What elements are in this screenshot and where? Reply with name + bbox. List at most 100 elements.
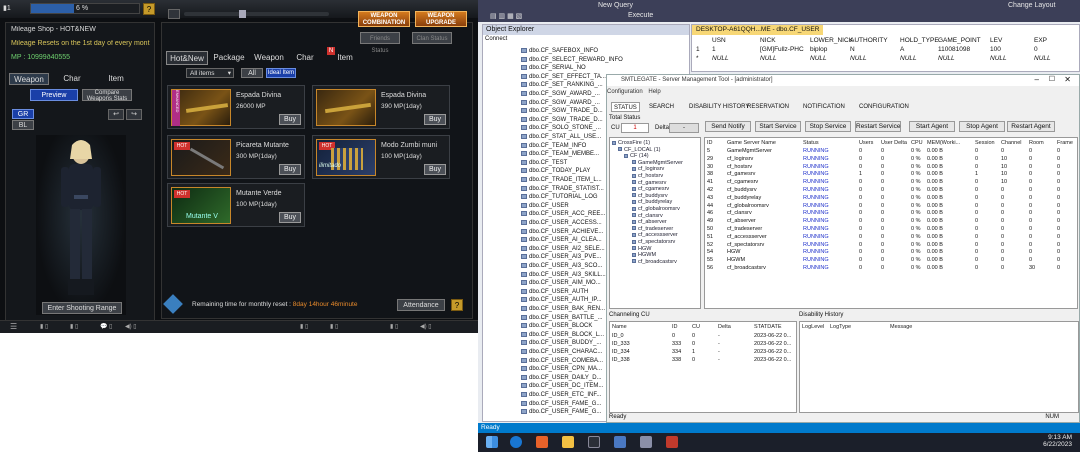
grid-cell[interactable]: 43 <box>707 195 713 201</box>
grid-cell[interactable]: 55 <box>707 257 713 263</box>
app-icon[interactable] <box>614 436 626 448</box>
result-cell[interactable]: 100 <box>990 46 1001 53</box>
result-cell[interactable]: NULL <box>712 55 729 62</box>
grid-cell[interactable]: 30 <box>707 164 713 170</box>
grid-header[interactable]: Channel <box>1001 140 1022 146</box>
grid-cell[interactable]: 0 <box>881 164 884 170</box>
server-tree-node[interactable]: cf_buddysrv <box>632 193 668 199</box>
brave-icon[interactable] <box>536 436 548 448</box>
grid-cell[interactable]: 0 % <box>911 171 920 177</box>
grid-cell[interactable]: 0 <box>881 171 884 177</box>
tab-weapon[interactable]: Weapon <box>9 73 49 85</box>
grid-cell[interactable]: 0 % <box>911 179 920 185</box>
grid-cell[interactable]: 0.00 B <box>927 226 943 232</box>
grid-cell[interactable]: RUNNING <box>803 265 829 271</box>
shop-item[interactable]: ENHANCED Espada Divina 26000 MP Buy <box>167 85 305 129</box>
channel-cell[interactable]: 338 <box>672 357 681 363</box>
disability-header[interactable]: LogType <box>830 324 851 330</box>
disability-header[interactable]: Message <box>890 324 912 330</box>
grid-cell[interactable]: 0 <box>1057 234 1060 240</box>
clan-status-button[interactable]: Clan Status <box>412 32 452 44</box>
tree-item[interactable]: dbo.CF_TEAM_INFO <box>521 142 586 150</box>
grid-cell[interactable]: 0 <box>1057 265 1060 271</box>
grid-cell[interactable]: 0.00 B <box>927 187 943 193</box>
server-tree-node[interactable]: GameMgmtServer <box>632 160 683 166</box>
smt-action-button[interactable]: Start Service <box>755 121 801 132</box>
smt-action-button[interactable]: Send Notify <box>705 121 751 132</box>
grid-cell[interactable]: 0 % <box>911 187 920 193</box>
grid-cell[interactable]: 0 <box>1001 148 1004 154</box>
grid-cell[interactable]: 0 <box>881 156 884 162</box>
grid-cell[interactable]: 0 % <box>911 249 920 255</box>
buy-button[interactable]: Buy <box>279 164 301 175</box>
grid-cell[interactable]: 0 <box>1057 179 1060 185</box>
server-tree-node[interactable]: cf_clansrv <box>632 213 663 219</box>
result-cell[interactable]: NULL <box>938 55 955 62</box>
result-cell[interactable]: NULL <box>990 55 1007 62</box>
grid-cell[interactable]: 0 <box>1001 242 1004 248</box>
query-tab[interactable]: DESKTOP-A61QQH...ME - dbo.CF_USER <box>692 25 824 35</box>
grid-cell[interactable]: 0 <box>1057 156 1060 162</box>
clock[interactable]: 9:13 AM 6/22/2023 <box>1043 434 1072 448</box>
result-cell[interactable]: NULL <box>810 55 827 62</box>
grid-cell[interactable]: 0 <box>975 257 978 263</box>
grid-cell[interactable]: 0 % <box>911 265 920 271</box>
grid-cell[interactable]: 0 <box>1029 164 1032 170</box>
grid-cell[interactable]: RUNNING <box>803 242 829 248</box>
grid-cell[interactable]: 0 <box>1001 218 1004 224</box>
server-tree-node[interactable]: HGWM <box>632 252 656 258</box>
preview-button[interactable]: Preview <box>30 89 78 101</box>
grid-cell[interactable]: cf_cgamesrv <box>727 179 758 185</box>
result-cell[interactable]: [GM]Fullz-PHC <box>760 46 804 53</box>
grid-cell[interactable]: 0.00 B <box>927 265 943 271</box>
grid-cell[interactable]: 10 <box>1001 156 1007 162</box>
server-tree-node[interactable]: cf_buddyrelay <box>632 199 672 205</box>
menu-icon[interactable]: ☰ <box>10 322 17 331</box>
grid-cell[interactable]: 0 <box>1001 210 1004 216</box>
grid-cell[interactable]: 52 <box>707 242 713 248</box>
tree-item[interactable]: dbo.CF_USER_BUDDY_... <box>521 339 601 347</box>
minimize-icon[interactable]: – <box>1035 75 1039 84</box>
server-tree-node[interactable]: cf_broadcastsrv <box>632 259 677 265</box>
grid-cell[interactable]: 0 <box>859 265 862 271</box>
status-icon[interactable]: ▮ ▯ <box>40 323 48 330</box>
grid-cell[interactable]: 0 <box>975 210 978 216</box>
status-icon[interactable]: ▮ ▯ <box>390 323 398 330</box>
grid-cell[interactable]: 0 <box>975 148 978 154</box>
grid-cell[interactable]: RUNNING <box>803 249 829 255</box>
channel-cell[interactable]: 333 <box>672 341 681 347</box>
grid-cell[interactable]: 0 <box>1057 249 1060 255</box>
grid-cell[interactable]: 0.00 B <box>927 210 943 216</box>
grid-cell[interactable]: 0 <box>881 195 884 201</box>
grid-cell[interactable]: 0 <box>975 249 978 255</box>
shop-item[interactable]: HOT Picareta Mutante 300 MP(1day) Buy <box>167 135 305 179</box>
tree-item[interactable]: dbo.CF_SGW_AWARD_... <box>521 99 600 107</box>
grid-header[interactable]: CPU <box>911 140 923 146</box>
channel-cell[interactable]: 334 <box>672 349 681 355</box>
grid-cell[interactable]: 0 <box>975 226 978 232</box>
grid-cell[interactable]: 10 <box>1001 164 1007 170</box>
column-header[interactable]: GAME_POINT <box>938 37 981 44</box>
grid-cell[interactable]: 0 <box>881 148 884 154</box>
grid-cell[interactable]: cf_broadcastsrv <box>727 265 766 271</box>
tree-item[interactable]: dbo.CF_USER_AI_CLEA... <box>521 236 602 244</box>
grid-cell[interactable]: 0 <box>1029 249 1032 255</box>
attendance-button[interactable]: Attendance <box>397 299 445 311</box>
grid-cell[interactable]: 0 <box>881 257 884 263</box>
volume-icon[interactable]: ◀) ▯ <box>125 323 137 330</box>
grid-cell[interactable]: 0 <box>1057 210 1060 216</box>
menu-help[interactable]: Help <box>648 89 660 95</box>
grid-cell[interactable]: 0 % <box>911 242 920 248</box>
grid-cell[interactable]: 0 <box>975 218 978 224</box>
tab-char[interactable]: Char <box>52 73 92 85</box>
smt-tab[interactable]: SEARCH <box>649 102 674 112</box>
grid-header[interactable]: ID <box>707 140 713 146</box>
channel-cell[interactable]: 2023-06-22 0... <box>754 333 791 339</box>
channel-cell[interactable]: - <box>718 341 720 347</box>
help-button[interactable]: ? <box>143 3 155 15</box>
compare-stats-button[interactable]: Compare Weapons Stats <box>82 89 132 102</box>
channel-cell[interactable]: 0 <box>692 341 695 347</box>
buy-button[interactable]: Buy <box>424 114 446 125</box>
server-tree-node[interactable]: cf_abserver <box>632 219 667 225</box>
grid-cell[interactable]: RUNNING <box>803 156 829 162</box>
